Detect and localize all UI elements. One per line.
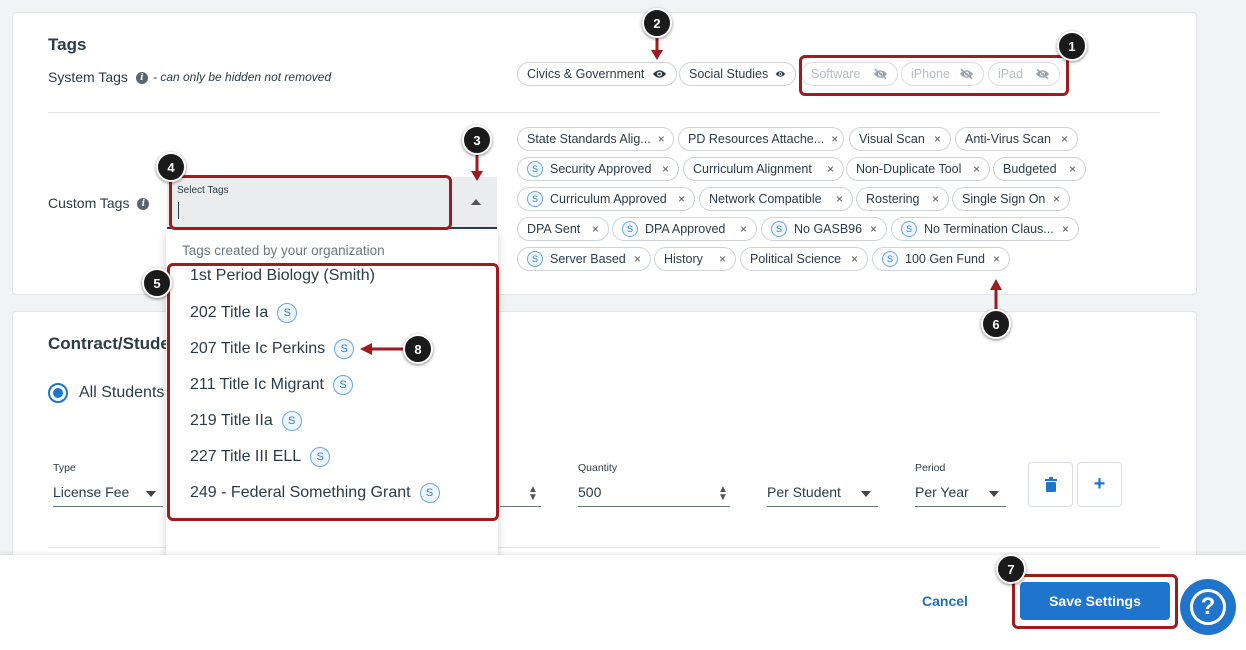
callout-6: 6 — [981, 309, 1011, 339]
annotation-arrows — [360, 36, 1002, 355]
callout-1: 1 — [1057, 31, 1087, 61]
callout-5: 5 — [142, 268, 172, 298]
callout-8: 8 — [403, 334, 433, 364]
callout-7: 7 — [996, 554, 1026, 584]
callout-3: 3 — [462, 125, 492, 155]
callout-4: 4 — [156, 152, 186, 182]
callout-2: 2 — [642, 8, 672, 38]
